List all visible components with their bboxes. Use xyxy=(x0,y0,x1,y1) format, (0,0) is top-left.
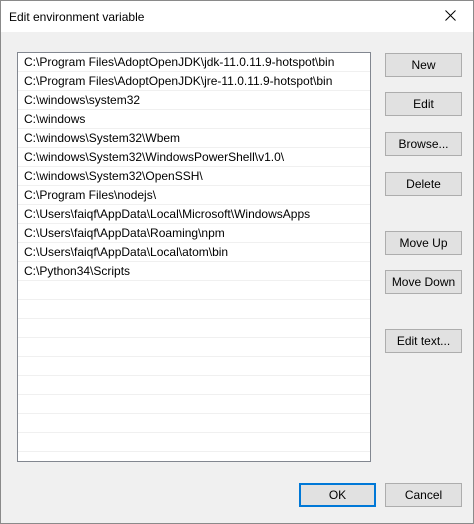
list-item[interactable]: C:\Users\faiqf\AppData\Roaming\npm xyxy=(18,224,370,243)
move-down-button[interactable]: Move Down xyxy=(385,270,462,294)
ok-button[interactable]: OK xyxy=(299,483,376,507)
edit-button[interactable]: Edit xyxy=(385,92,462,116)
list-item[interactable] xyxy=(18,395,370,414)
list-item[interactable] xyxy=(18,281,370,300)
list-item[interactable]: C:\windows\System32\WindowsPowerShell\v1… xyxy=(18,148,370,167)
list-item[interactable]: C:\windows\System32\OpenSSH\ xyxy=(18,167,370,186)
title-bar: Edit environment variable xyxy=(1,1,473,32)
list-item[interactable]: C:\Users\faiqf\AppData\Local\atom\bin xyxy=(18,243,370,262)
path-list[interactable]: C:\Program Files\AdoptOpenJDK\jdk-11.0.1… xyxy=(17,52,371,462)
list-item[interactable] xyxy=(18,414,370,433)
browse-button[interactable]: Browse... xyxy=(385,132,462,156)
list-item[interactable]: C:\windows\system32 xyxy=(18,91,370,110)
list-item[interactable]: C:\Program Files\AdoptOpenJDK\jre-11.0.1… xyxy=(18,72,370,91)
list-item[interactable] xyxy=(18,300,370,319)
list-item[interactable]: C:\Program Files\AdoptOpenJDK\jdk-11.0.1… xyxy=(18,53,370,72)
edit-environment-variable-dialog: Edit environment variable C:\Program Fil… xyxy=(0,0,474,524)
cancel-button[interactable]: Cancel xyxy=(385,483,462,507)
list-item[interactable]: C:\windows xyxy=(18,110,370,129)
list-item[interactable]: C:\windows\System32\Wbem xyxy=(18,129,370,148)
list-item[interactable]: C:\Users\faiqf\AppData\Local\Microsoft\W… xyxy=(18,205,370,224)
list-item[interactable]: C:\Program Files\nodejs\ xyxy=(18,186,370,205)
close-button[interactable] xyxy=(427,1,473,32)
window-title: Edit environment variable xyxy=(9,10,145,24)
edit-text-button[interactable]: Edit text... xyxy=(385,329,462,353)
list-item[interactable] xyxy=(18,433,370,452)
move-up-button[interactable]: Move Up xyxy=(385,231,462,255)
close-icon xyxy=(444,9,456,24)
list-item[interactable] xyxy=(18,357,370,376)
list-item[interactable] xyxy=(18,338,370,357)
list-item[interactable]: C:\Python34\Scripts xyxy=(18,262,370,281)
delete-button[interactable]: Delete xyxy=(385,172,462,196)
list-item[interactable] xyxy=(18,319,370,338)
new-button[interactable]: New xyxy=(385,53,462,77)
list-item[interactable] xyxy=(18,376,370,395)
